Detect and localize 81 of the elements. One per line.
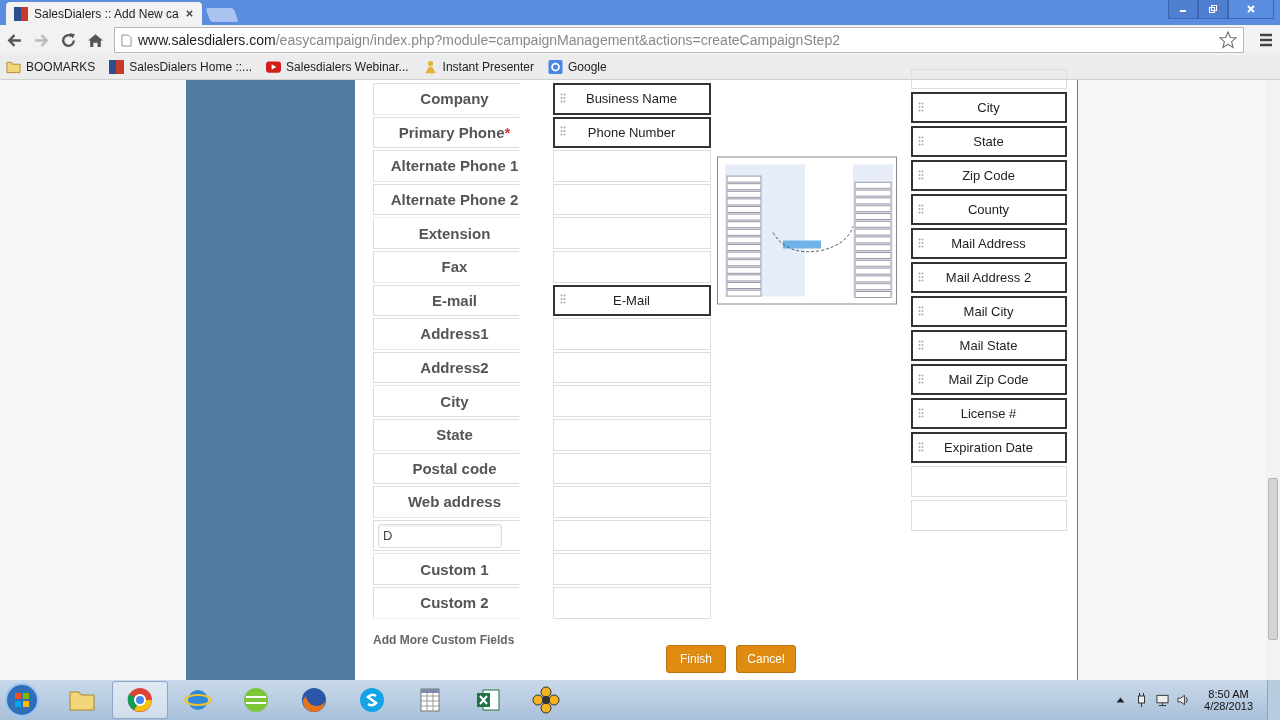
google-icon xyxy=(548,60,563,74)
drop-slot[interactable] xyxy=(553,150,711,182)
drop-slot[interactable] xyxy=(553,586,711,619)
drop-slot[interactable] xyxy=(553,385,711,417)
source-field[interactable]: Expiration Date xyxy=(911,432,1067,463)
source-field[interactable]: Mail Zip Code xyxy=(911,364,1067,395)
new-tab-button[interactable] xyxy=(205,8,239,22)
start-button[interactable] xyxy=(4,682,40,718)
input-field[interactable]: D xyxy=(378,523,502,548)
browser-icon xyxy=(126,686,154,714)
browser-tab[interactable]: SalesDialers :: Add New ca xyxy=(6,2,202,25)
bookmark[interactable]: BOOMARKS xyxy=(6,60,96,74)
source-field[interactable]: Mail City xyxy=(911,296,1067,327)
tab-title: SalesDialers :: Add New ca xyxy=(34,6,179,21)
add-more-link[interactable]: Add More Custom Fields xyxy=(373,632,711,647)
drag-handle-icon[interactable] xyxy=(918,373,924,386)
clock-time: 8:50 AM xyxy=(1208,688,1249,700)
network-icon[interactable] xyxy=(1156,693,1170,707)
minimize-button[interactable] xyxy=(1168,0,1198,19)
drag-handle-icon[interactable] xyxy=(560,92,566,105)
drop-slot[interactable] xyxy=(553,183,711,216)
drag-handle-icon[interactable] xyxy=(918,237,924,250)
source-field[interactable]: Mail Address 2 xyxy=(911,262,1067,293)
show-desktop-button[interactable] xyxy=(1267,680,1280,720)
close-button[interactable] xyxy=(1228,0,1274,19)
drag-handle-icon[interactable] xyxy=(918,441,924,454)
drag-handle-icon[interactable] xyxy=(918,203,924,216)
drag-handle-icon[interactable] xyxy=(918,169,924,182)
play-icon xyxy=(266,60,282,74)
site-icon xyxy=(14,6,28,21)
home-icon[interactable] xyxy=(87,31,104,49)
drop-slot[interactable] xyxy=(553,553,711,585)
drop-slot[interactable] xyxy=(553,452,711,485)
close-icon xyxy=(1246,4,1256,14)
url-text: www.salesdialers.com/easycampaign/index.php?module=campaignManagement&actions=createCampaignStep2 xyxy=(138,32,841,48)
menu-icon[interactable] xyxy=(1258,32,1274,48)
bookmark[interactable]: Instant Presenter xyxy=(422,60,534,74)
fox-icon xyxy=(300,686,328,714)
mapped-field[interactable]: E-Mail xyxy=(553,284,711,317)
source-field[interactable]: State xyxy=(911,126,1067,157)
bookmark[interactable]: SalesDialers Home ::... xyxy=(109,60,253,74)
drag-handle-icon[interactable] xyxy=(918,407,924,420)
speaker-icon[interactable] xyxy=(1177,693,1191,707)
restore-button[interactable] xyxy=(1198,0,1228,19)
drag-handle-icon[interactable] xyxy=(918,339,924,352)
chat-icon xyxy=(358,686,386,714)
mapped-field[interactable]: Phone Number xyxy=(553,116,711,149)
drop-slot[interactable] xyxy=(553,351,711,384)
star-icon[interactable] xyxy=(1219,31,1237,49)
clock-date: 4/28/2013 xyxy=(1204,700,1253,712)
drag-handle-icon[interactable] xyxy=(918,271,924,284)
restore-icon xyxy=(1208,4,1218,14)
drop-slot[interactable] xyxy=(553,318,711,350)
source-field[interactable]: Zip Code xyxy=(911,160,1067,191)
source-field[interactable]: Mail State xyxy=(911,330,1067,361)
drag-handle-icon[interactable] xyxy=(918,305,924,318)
drop-slot[interactable] xyxy=(553,250,711,283)
reload-icon[interactable] xyxy=(60,31,77,49)
drop-slot[interactable] xyxy=(553,519,711,552)
mapped-field[interactable]: Business Name xyxy=(553,83,711,115)
scrollbar-thumb[interactable] xyxy=(1268,478,1278,640)
site-icon xyxy=(109,60,125,74)
drag-handle-icon[interactable] xyxy=(918,135,924,148)
address-bar[interactable]: www.salesdialers.com/easycampaign/index.php?module=campaignManagement&actions=createCampaignStep2 xyxy=(114,27,1244,53)
close-icon[interactable] xyxy=(185,9,194,18)
flower-icon xyxy=(532,686,560,714)
folder-icon xyxy=(6,60,21,74)
disc-icon xyxy=(242,686,270,714)
drop-slot[interactable] xyxy=(553,418,711,451)
bookmark[interactable]: Salesdialers Webinar... xyxy=(266,60,409,74)
page-icon xyxy=(121,33,132,47)
source-field[interactable]: License # xyxy=(911,398,1067,429)
taskbar-button[interactable] xyxy=(112,681,168,719)
drop-slot[interactable] xyxy=(553,217,711,249)
drag-handle-icon[interactable] xyxy=(918,101,924,114)
spreadsheet-icon xyxy=(474,686,502,714)
bookmark[interactable]: Google xyxy=(548,60,607,74)
source-field[interactable]: County xyxy=(911,194,1067,225)
source-field[interactable]: City xyxy=(911,92,1067,123)
drop-slot[interactable] xyxy=(553,486,711,518)
source-field[interactable]: Mail Address xyxy=(911,228,1067,259)
